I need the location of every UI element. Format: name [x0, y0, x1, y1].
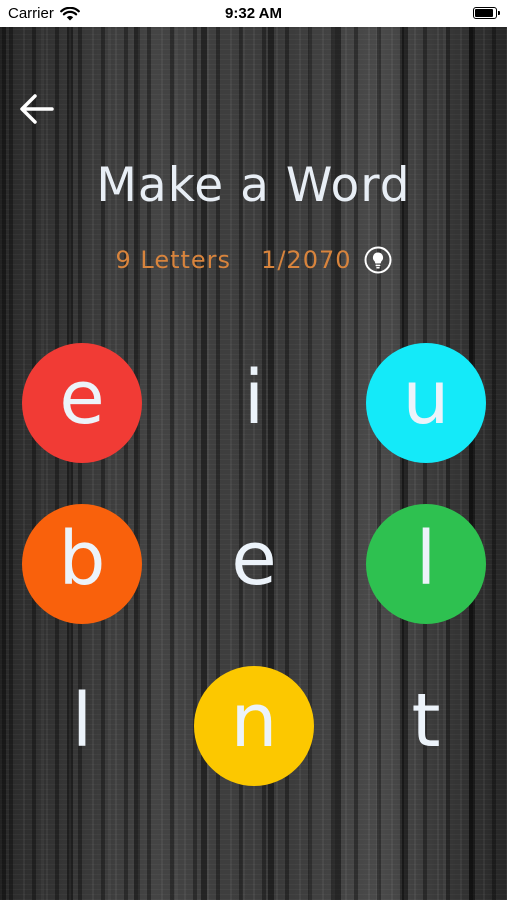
lightbulb-icon [364, 246, 391, 274]
letter-tile-3[interactable]: u [366, 343, 486, 463]
status-bar: Carrier 9:32 AM [0, 0, 507, 27]
page-title: Make a Word [96, 158, 411, 213]
letter-tile-5[interactable]: e [194, 504, 314, 624]
battery-icon [473, 7, 500, 19]
status-time: 9:32 AM [225, 5, 282, 22]
letter-tile-label: u [402, 355, 450, 441]
arrow-left-icon [20, 94, 54, 124]
letter-tile-label: l [71, 678, 93, 764]
letter-tile-label: l [415, 516, 437, 602]
letter-tile-2[interactable]: i [194, 343, 314, 463]
letter-tile-4[interactable]: b [22, 504, 142, 624]
letters-count: 9 Letters [115, 246, 232, 274]
letter-tile-label: e [231, 516, 277, 602]
letter-tile-label: i [243, 355, 265, 441]
battery-fill [475, 9, 493, 17]
letter-tile-8[interactable]: n [194, 666, 314, 786]
words-progress: 1/2070 [261, 246, 352, 274]
letter-tile-9[interactable]: t [366, 666, 486, 786]
letter-tile-6[interactable]: l [366, 504, 486, 624]
letter-tile-7[interactable]: l [22, 666, 142, 786]
letter-tile-label: n [230, 678, 278, 764]
hint-button[interactable] [364, 246, 392, 274]
back-button[interactable] [18, 92, 56, 126]
letter-tile-label: b [58, 516, 106, 602]
letter-tile-1[interactable]: e [22, 343, 142, 463]
letter-tile-label: t [411, 678, 441, 764]
letter-tile-label: e [59, 355, 105, 441]
info-row: 9 Letters 1/2070 [0, 246, 507, 274]
